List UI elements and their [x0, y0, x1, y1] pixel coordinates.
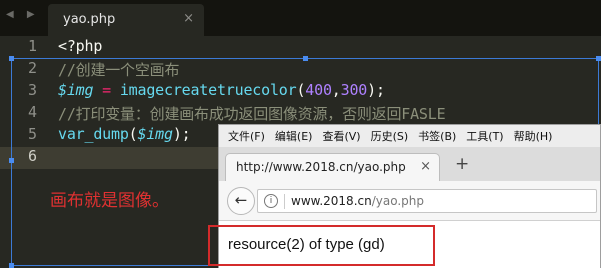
menu-history[interactable]: 历史(S) [371, 128, 409, 144]
menu-edit[interactable]: 编辑(E) [275, 128, 313, 144]
tab-yao-php[interactable]: yao.php × [48, 4, 204, 36]
close-tab-icon[interactable]: × [420, 159, 431, 174]
close-icon[interactable]: × [183, 11, 194, 26]
menu-bookmarks[interactable]: 书签(B) [418, 128, 456, 144]
resize-handle[interactable] [596, 56, 601, 61]
url-bar[interactable]: i www.2018.cn/yao.php [257, 189, 597, 213]
url-domain: www.2018.cn [291, 194, 372, 208]
url-path: /yao.php [371, 194, 425, 208]
info-icon[interactable]: i [264, 194, 278, 208]
resize-handle[interactable] [9, 158, 14, 163]
browser-tab-title: http://www.2018.cn/yao.php [236, 160, 406, 174]
navigation-bar: ← i www.2018.cn/yao.php [219, 181, 600, 221]
new-tab-icon[interactable]: + [455, 154, 469, 174]
tab-title: yao.php [63, 12, 116, 27]
url-divider [284, 194, 285, 209]
var-dump-output: resource(2) of type (gd) [228, 236, 385, 253]
line-number: 1 [27, 37, 37, 55]
menu-file[interactable]: 文件(F) [228, 128, 265, 144]
code-line-1: <?php [58, 37, 103, 55]
annotation-note: 画布就是图像。 [50, 191, 169, 211]
menu-help[interactable]: 帮助(H) [514, 128, 553, 144]
back-arrow-icon[interactable]: ← [227, 187, 255, 215]
editor-tab-bar: ◀ ▶ yao.php × [0, 0, 601, 36]
browser-tab-strip: http://www.2018.cn/yao.php × + [219, 147, 600, 181]
tab-nav-arrows-icon[interactable]: ◀ ▶ [6, 9, 40, 20]
menu-tools[interactable]: 工具(T) [466, 128, 503, 144]
browser-tab[interactable]: http://www.2018.cn/yao.php × [225, 153, 440, 181]
resize-handle[interactable] [9, 56, 14, 61]
menu-view[interactable]: 查看(V) [322, 128, 360, 144]
menu-bar: 文件(F) 编辑(E) 查看(V) 历史(S) 书签(B) 工具(T) 帮助(H… [219, 125, 600, 147]
resize-handle[interactable] [303, 56, 308, 61]
url-text: www.2018.cn/yao.php [291, 194, 424, 208]
resize-handle[interactable] [9, 263, 14, 268]
